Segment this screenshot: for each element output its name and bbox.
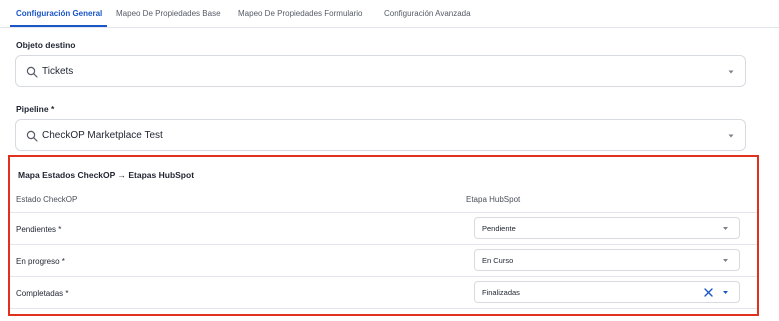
row-label-pendientes: Pendientes * bbox=[16, 225, 62, 234]
tab-bar: Configuración General Mapeo De Propiedad… bbox=[0, 0, 779, 28]
pipeline-select[interactable]: CheckOP Marketplace Test bbox=[15, 119, 746, 151]
chevron-down-icon bbox=[723, 227, 728, 230]
pipeline-value: CheckOP Marketplace Test bbox=[42, 130, 163, 141]
chevron-down-icon bbox=[728, 70, 734, 74]
tab-mapeo-propiedades-formulario[interactable]: Mapeo De Propiedades Formulario bbox=[238, 9, 363, 18]
mapping-title: Mapa Estados CheckOP → Etapas HubSpot bbox=[18, 170, 195, 180]
objeto-destino-select[interactable]: Tickets bbox=[15, 55, 746, 87]
tab-configuracion-avanzada[interactable]: Configuración Avanzada bbox=[384, 9, 471, 18]
chevron-down-icon bbox=[723, 291, 728, 294]
objeto-destino-value: Tickets bbox=[42, 66, 74, 77]
search-icon bbox=[26, 130, 38, 142]
divider bbox=[10, 212, 757, 213]
etapa-select-completadas[interactable]: Finalizadas bbox=[474, 281, 740, 303]
divider bbox=[10, 308, 757, 309]
divider bbox=[10, 276, 757, 277]
close-icon[interactable] bbox=[703, 287, 714, 298]
etapa-value: Finalizadas bbox=[482, 288, 520, 297]
col-etapa-hubspot: Etapa HubSpot bbox=[466, 195, 521, 204]
etapa-select-pendientes[interactable]: Pendiente bbox=[474, 217, 740, 239]
chevron-down-icon bbox=[728, 134, 734, 138]
pipeline-label: Pipeline * bbox=[16, 104, 55, 114]
row-label-completadas: Completadas * bbox=[16, 289, 69, 298]
active-tab-indicator bbox=[10, 25, 107, 27]
divider bbox=[10, 244, 757, 245]
etapa-value: En Curso bbox=[482, 256, 514, 265]
objeto-destino-label: Objeto destino bbox=[16, 40, 76, 50]
chevron-down-icon bbox=[723, 259, 728, 262]
search-icon bbox=[26, 66, 38, 78]
etapa-value: Pendiente bbox=[482, 224, 516, 233]
etapa-select-en-progreso[interactable]: En Curso bbox=[474, 249, 740, 271]
col-estado-checkop: Estado CheckOP bbox=[16, 195, 78, 204]
status-mapping-section: Mapa Estados CheckOP → Etapas HubSpot Es… bbox=[8, 155, 759, 316]
tab-configuracion-general[interactable]: Configuración General bbox=[16, 9, 102, 18]
tab-mapeo-propiedades-base[interactable]: Mapeo De Propiedades Base bbox=[116, 9, 221, 18]
row-label-en-progreso: En progreso * bbox=[16, 257, 65, 266]
